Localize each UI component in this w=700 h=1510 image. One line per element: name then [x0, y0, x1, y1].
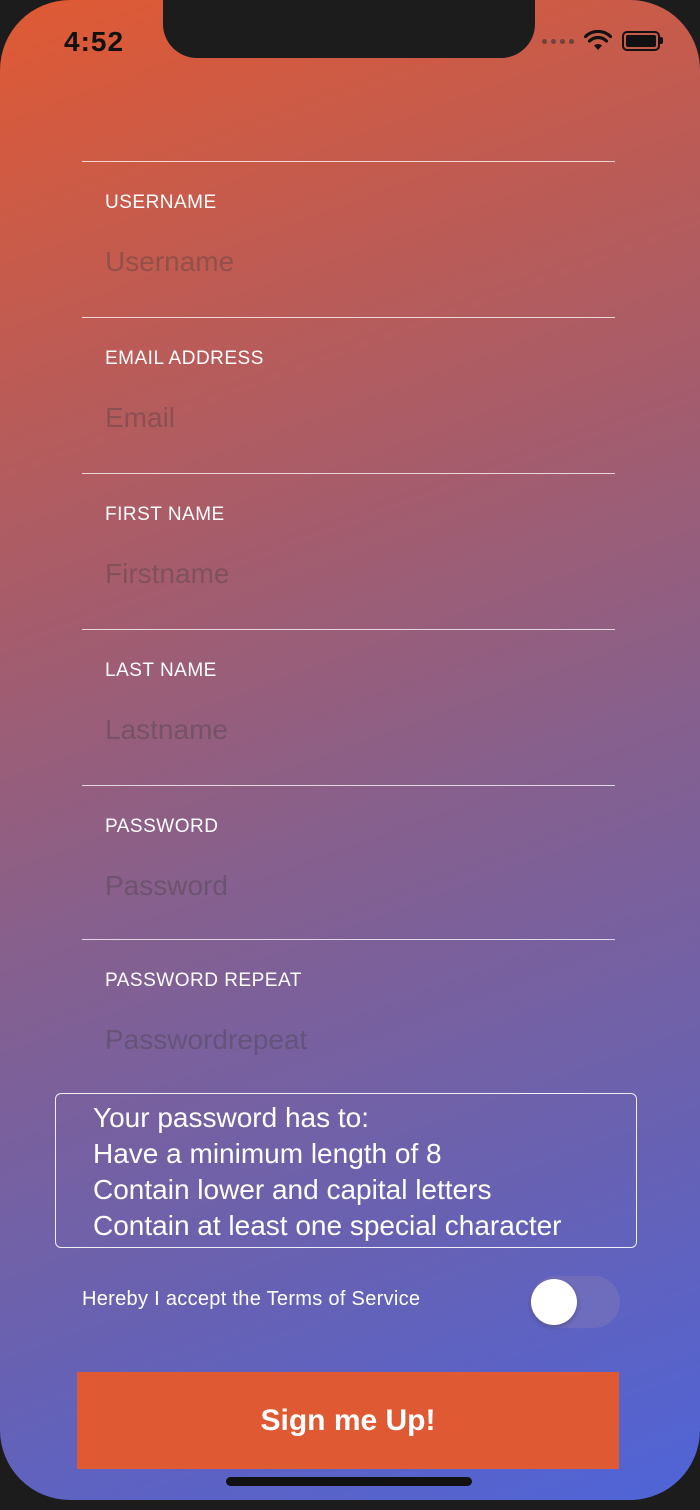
password-rule-item: Contain at least one special character	[93, 1210, 562, 1241]
lastname-field: LAST NAME	[82, 629, 615, 786]
firstname-field: FIRST NAME	[82, 473, 615, 630]
password-field: PASSWORD	[82, 785, 615, 942]
password-input[interactable]	[105, 866, 585, 906]
status-time: 4:52	[64, 26, 125, 57]
email-field: EMAIL ADDRESS	[82, 317, 615, 474]
lastname-input[interactable]	[105, 710, 585, 750]
device-notch	[163, 0, 535, 58]
terms-row: Hereby I accept the Terms of Service	[82, 1270, 622, 1330]
password-rules-box: Your password has to: Have a minimum len…	[55, 1093, 637, 1248]
email-input[interactable]	[105, 398, 585, 438]
password-label: PASSWORD	[105, 816, 219, 837]
firstname-label: FIRST NAME	[105, 504, 225, 525]
password-repeat-label: PASSWORD REPEAT	[105, 970, 302, 991]
status-icons	[542, 30, 663, 52]
toggle-knob	[531, 1279, 577, 1325]
signup-screen: 4:52 USERNAME EMAIL ADDRESS FIRST NAME L…	[0, 0, 700, 1500]
username-label: USERNAME	[105, 192, 217, 213]
lastname-label: LAST NAME	[105, 660, 217, 681]
battery-icon	[622, 31, 663, 51]
username-field: USERNAME	[82, 161, 615, 318]
username-input[interactable]	[105, 242, 585, 282]
email-label: EMAIL ADDRESS	[105, 348, 264, 369]
password-repeat-input[interactable]	[105, 1020, 585, 1060]
firstname-input[interactable]	[105, 554, 585, 594]
wifi-icon	[584, 30, 612, 50]
password-repeat-field: PASSWORD REPEAT	[82, 939, 615, 1090]
password-rules-heading: Your password has to:	[93, 1102, 370, 1133]
sign-up-button[interactable]: Sign me Up!	[77, 1372, 619, 1469]
terms-label: Hereby I accept the Terms of Service	[82, 1288, 421, 1310]
password-rule-item: Have a minimum length of 8	[93, 1138, 442, 1169]
terms-toggle[interactable]	[530, 1276, 620, 1328]
signal-dots-icon	[542, 38, 574, 44]
home-indicator	[226, 1477, 472, 1486]
password-rule-item: Contain lower and capital letters	[93, 1174, 492, 1205]
